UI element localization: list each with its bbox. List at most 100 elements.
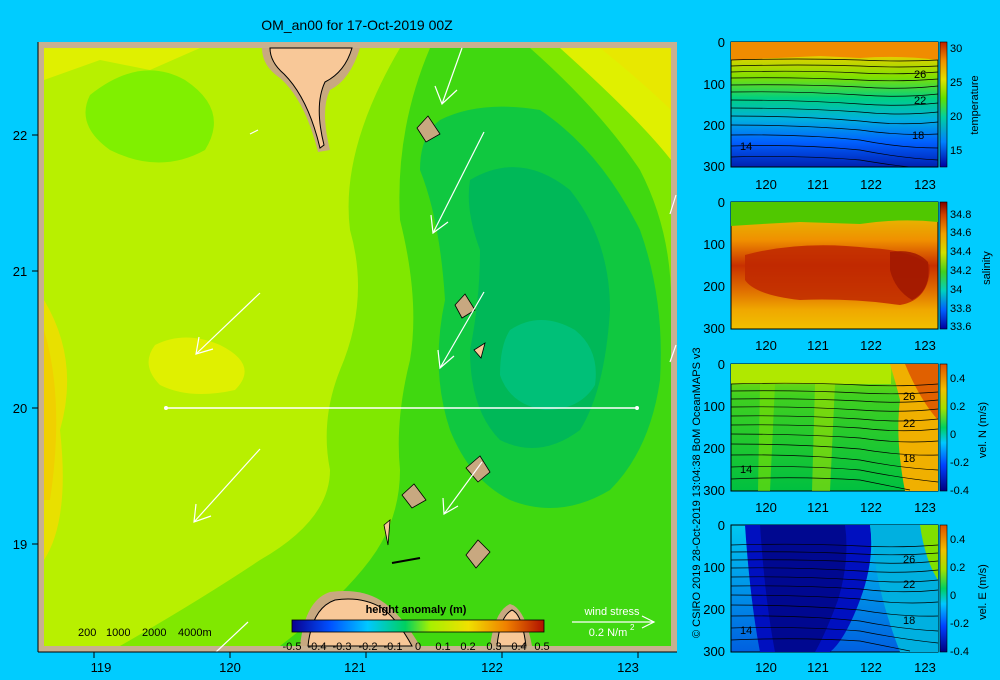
colorbar-tick: 0.2 (460, 641, 475, 653)
depth-tick: 100 (703, 77, 725, 92)
depth-tick: 300 (703, 644, 725, 659)
colorbar-tick: 33.6 (950, 321, 971, 333)
colorbar-tick: 30 (950, 43, 962, 55)
lon-tick: 122 (860, 500, 882, 515)
colorbar-tick: 0 (950, 590, 956, 602)
colorbar-tick: 0.4 (950, 373, 965, 385)
colorbar-tick: 34 (950, 284, 962, 296)
lon-tick: 121 (807, 500, 829, 515)
lon-tick: 120 (755, 338, 777, 353)
panel-variable-label: vel. E (m/s) (977, 564, 989, 620)
map-y-tick: 20 (13, 401, 27, 416)
colorbar-tick: 0.5 (534, 641, 549, 653)
figure: 119 120 121 122 123 22 21 20 19 OM_an00 … (13, 17, 993, 675)
depth-tick: 0 (718, 195, 725, 210)
panel-variable-label: temperature (969, 75, 981, 134)
colorbar-tick: 0.4 (511, 641, 526, 653)
contour-label: 22 (903, 579, 915, 591)
chart-title: OM_an00 for 17-Oct-2019 00Z (261, 17, 453, 33)
colorbar-tick: 20 (950, 111, 962, 123)
lon-tick: 120 (755, 660, 777, 675)
map-x-tick: 121 (344, 660, 366, 675)
colorbar-tick: -0.2 (359, 641, 378, 653)
wind-stress-title: wind stress (583, 606, 640, 618)
depth-tick: 100 (703, 560, 725, 575)
depth-tick: 0 (718, 357, 725, 372)
lon-tick: 123 (914, 177, 936, 192)
panel-temperature: 26 22 18 14 0 100 200 300 120 121 122 12… (703, 35, 981, 192)
colorbar-tick: 0.4 (950, 534, 965, 546)
colorbar-tick: -0.4 (308, 641, 327, 653)
colorbar-title: height anomaly (m) (366, 604, 467, 616)
lon-tick: 123 (914, 660, 936, 675)
contour-label: 18 (912, 130, 924, 142)
wind-stress-scale: 0.2 N/m (589, 627, 628, 639)
colorbar-tick: 15 (950, 145, 962, 157)
map-y-tick: 22 (13, 128, 27, 143)
contour-label: 26 (903, 554, 915, 566)
lon-tick: 123 (914, 500, 936, 515)
colorbar-tick: 33.8 (950, 303, 971, 315)
map-x-tick: 123 (617, 660, 639, 675)
map-y-tick: 21 (13, 264, 27, 279)
lon-tick: 120 (755, 177, 777, 192)
lon-tick: 122 (860, 338, 882, 353)
contour-label: 22 (914, 95, 926, 107)
map-x-axis: 119 120 121 122 123 (38, 651, 677, 675)
colorbar-tick: -0.4 (950, 485, 969, 497)
vel-n-colorbar (939, 363, 948, 492)
bathy-label: 200 (78, 627, 96, 639)
lon-tick: 122 (860, 660, 882, 675)
map-panel: 119 120 121 122 123 22 21 20 19 OM_an00 … (13, 17, 703, 675)
depth-tick: 200 (703, 441, 725, 456)
colorbar-tick: 0.3 (486, 641, 501, 653)
credit-text: © CSIRO 2019 28-Oct-2019 13:04:38 BoM Oc… (691, 347, 703, 638)
colorbar-tick: 34.8 (950, 209, 971, 221)
colorbar-gradient (291, 619, 545, 633)
colorbar-tick: 25 (950, 77, 962, 89)
colorbar-tick: 34.4 (950, 246, 971, 258)
colorbar-tick: -0.2 (950, 457, 969, 469)
depth-tick: 100 (703, 399, 725, 414)
panel-vel-e: 26 22 18 14 0 100 200 300 120 121 122 12… (703, 518, 989, 675)
panel-salinity: 0 100 200 300 120 121 122 123 34.8 34.6 … (703, 195, 993, 353)
lon-tick: 123 (914, 338, 936, 353)
lon-tick: 121 (807, 177, 829, 192)
contour-label: 14 (740, 141, 752, 153)
colorbar-tick: 34.2 (950, 265, 971, 277)
map-x-tick: 120 (219, 660, 241, 675)
depth-tick: 100 (703, 237, 725, 252)
bathy-label: 2000 (142, 627, 166, 639)
map-x-tick: 119 (91, 660, 112, 675)
depth-tick: 0 (718, 35, 725, 50)
map-x-tick: 122 (481, 660, 503, 675)
depth-tick: 300 (703, 159, 725, 174)
salinity-colorbar (939, 201, 948, 330)
vel-e-colorbar (939, 524, 948, 653)
panel-vel-n: 26 22 18 14 0 100 200 300 120 121 122 12… (703, 357, 989, 515)
temperature-colorbar (939, 41, 948, 168)
colorbar-tick: -0.4 (950, 646, 969, 658)
map-y-axis: 22 21 20 19 (13, 42, 39, 652)
contour-label: 26 (914, 69, 926, 81)
lon-tick: 120 (755, 500, 777, 515)
colorbar-tick: 0.1 (435, 641, 450, 653)
panel-variable-label: vel. N (m/s) (977, 402, 989, 458)
contour-label: 22 (903, 418, 915, 430)
contour-label: 26 (903, 391, 915, 403)
depth-tick: 200 (703, 118, 725, 133)
contour-label: 18 (903, 453, 915, 465)
map-y-tick: 19 (13, 537, 27, 552)
colorbar-tick: 0 (950, 429, 956, 441)
lon-tick: 122 (860, 177, 882, 192)
height-anomaly-field (44, 47, 671, 647)
colorbar-tick: -0.3 (333, 641, 352, 653)
colorbar-tick: -0.5 (283, 641, 302, 653)
colorbar-tick: 0.2 (950, 562, 965, 574)
lon-tick: 121 (807, 338, 829, 353)
wind-stress-scale-sup: 2 (630, 623, 635, 632)
bathy-label: 4000m (178, 627, 212, 639)
depth-tick: 300 (703, 321, 725, 336)
bathy-label: 1000 (106, 627, 130, 639)
contour-label: 18 (903, 615, 915, 627)
